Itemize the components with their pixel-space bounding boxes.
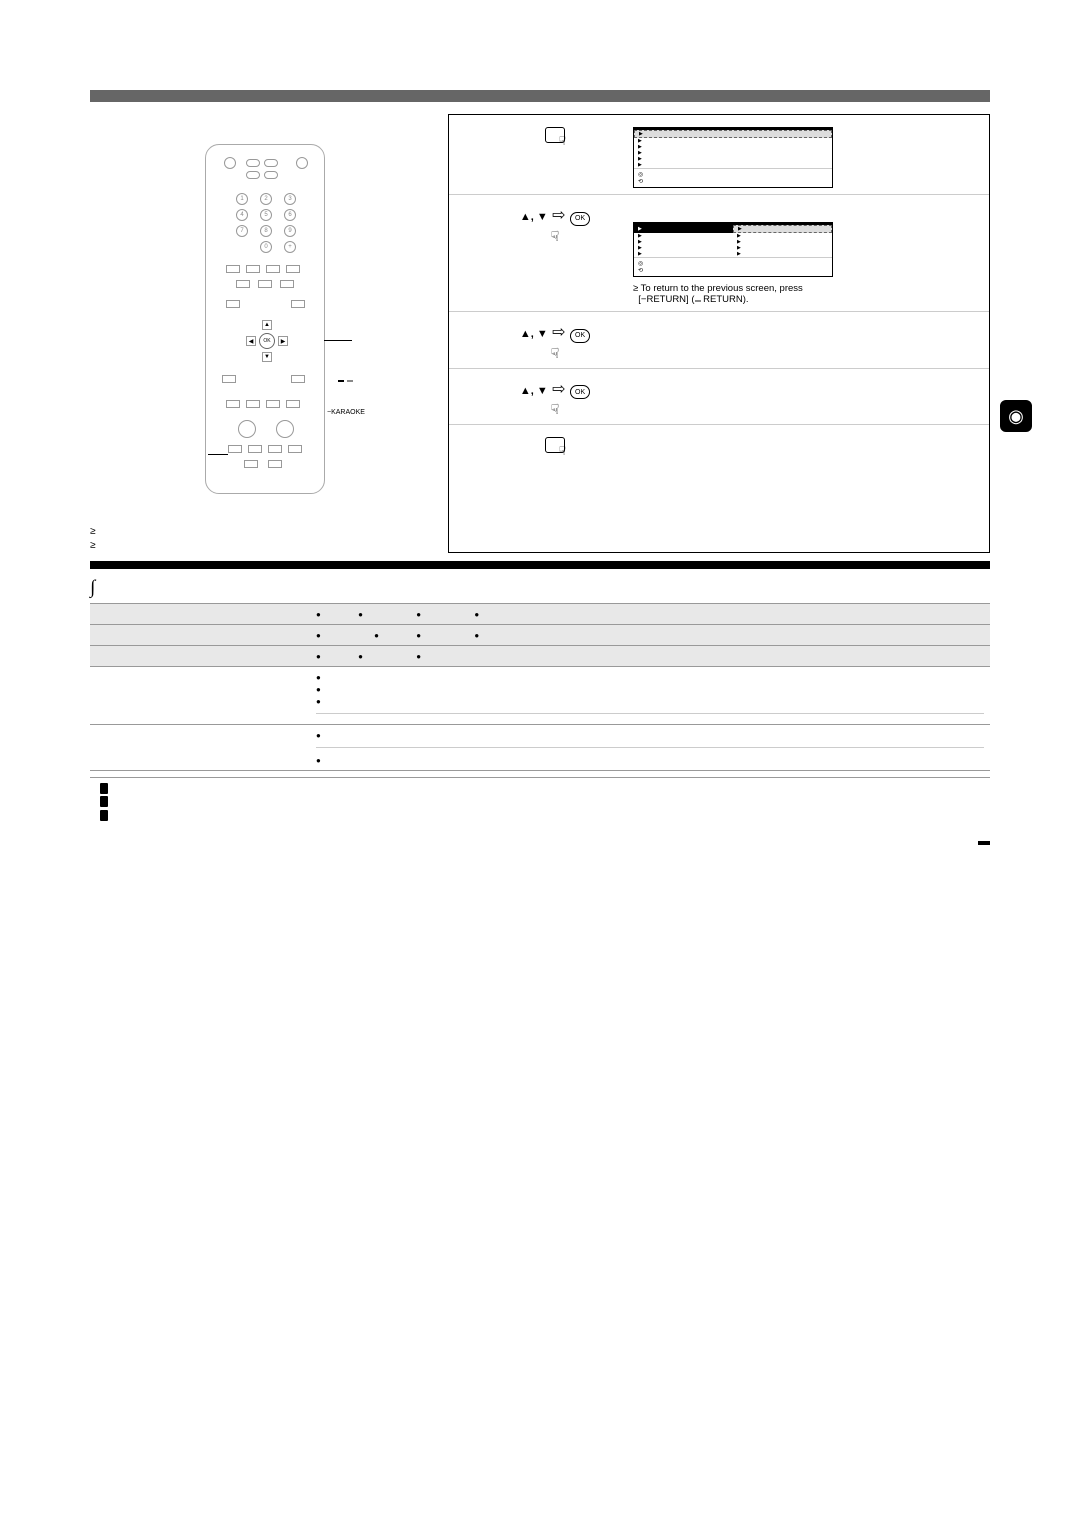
quick-setup-banner <box>90 561 990 569</box>
setup-button-icon-2 <box>545 437 565 453</box>
page-title <box>90 90 990 102</box>
main-menu-screenshot: ◎ ⟲ <box>633 127 833 188</box>
steps-panel: ◎ ⟲ ▲, ▼ ⇨ OK ☟ <box>448 114 990 553</box>
tag-pt460 <box>347 380 353 382</box>
note-2 <box>90 538 440 552</box>
disc-icon: ◉ <box>1000 400 1032 432</box>
page-number <box>978 841 990 845</box>
disc-menu-screenshot: ◎ ⟲ <box>633 222 833 277</box>
footnotes <box>90 777 990 823</box>
note-1 <box>90 524 440 538</box>
setup-button-icon <box>545 127 565 143</box>
remote-diagram: 123 456 789 0+ ▲ ▼ ◀ ▶ OK <box>205 144 325 494</box>
disc-menu-table <box>90 603 990 771</box>
ok-icon: OK <box>570 212 590 226</box>
disc-menu-heading <box>90 577 990 599</box>
left-column: 123 456 789 0+ ▲ ▼ ◀ ▶ OK <box>90 114 440 553</box>
tag-pt465 <box>338 380 344 382</box>
